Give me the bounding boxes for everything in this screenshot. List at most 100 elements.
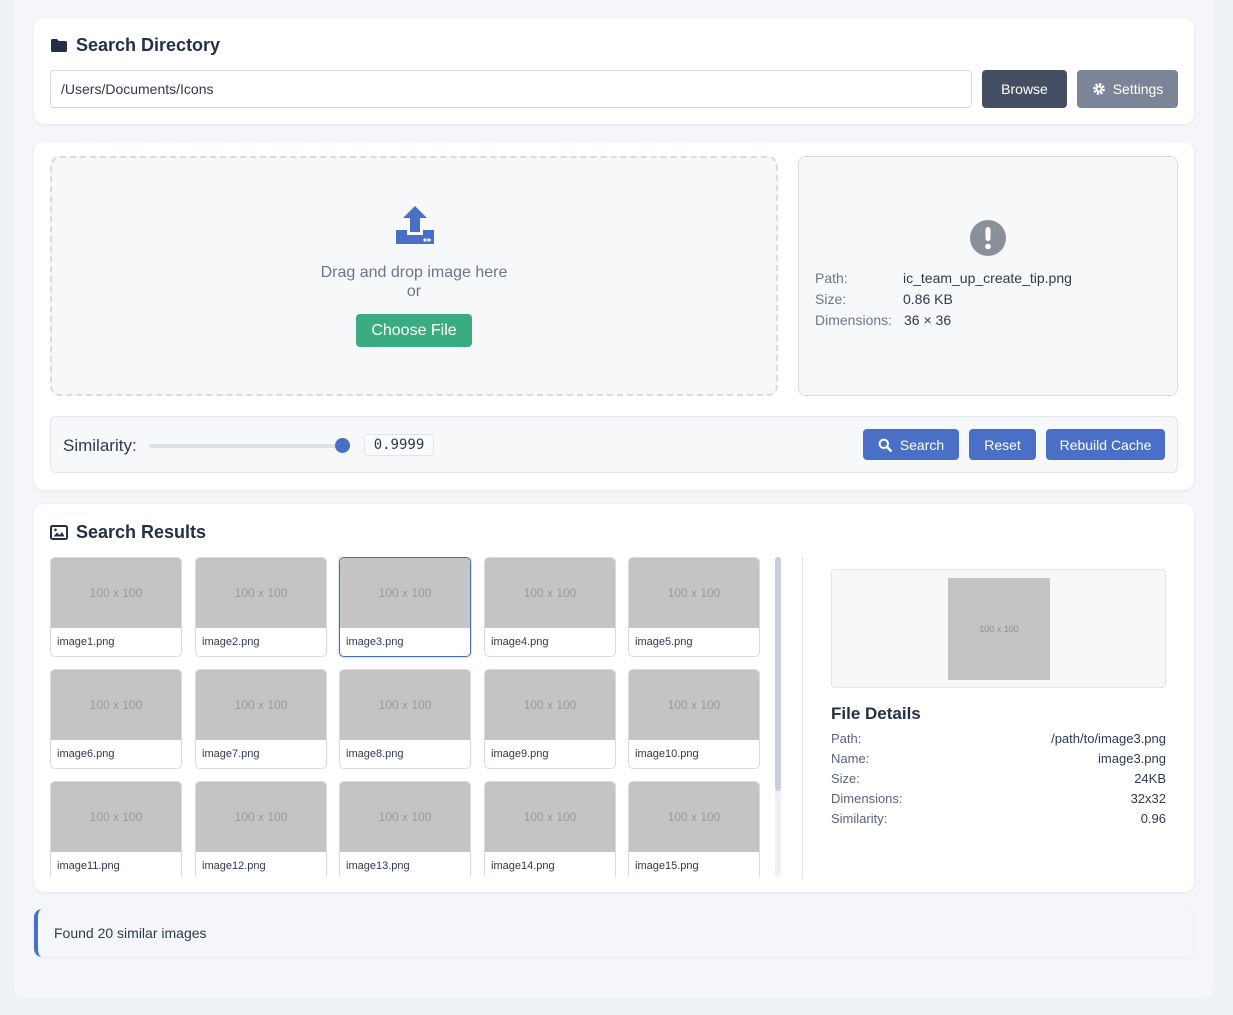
detail-value: /path/to/image3.png xyxy=(1051,731,1166,746)
search-results-title: Search Results xyxy=(76,522,207,542)
result-thumbnail[interactable]: 100 x 100 image14.png xyxy=(484,781,616,877)
image-dropzone[interactable]: Drag and drop image here or Choose File xyxy=(50,156,778,396)
result-filename: image1.png xyxy=(57,636,115,648)
drop-instructions: Drag and drop image here xyxy=(320,264,508,281)
rebuild-cache-button[interactable]: Rebuild Cache xyxy=(1046,429,1165,460)
search-results-heading: Search Results xyxy=(50,522,206,543)
results-divider xyxy=(802,557,803,878)
detail-label: Similarity: xyxy=(831,811,888,826)
selected-preview: 100 x 100 xyxy=(831,569,1166,688)
upload-icon xyxy=(396,206,434,244)
choose-file-button[interactable]: Choose File xyxy=(356,314,472,347)
query-size-row: Size: 0.86 KB xyxy=(815,291,953,307)
search-label: Search xyxy=(899,436,945,453)
result-thumbnail[interactable]: 100 x 100 image8.png xyxy=(339,669,471,769)
result-thumbnail[interactable]: 100 x 100 image12.png xyxy=(195,781,327,877)
query-dims-label: Dimensions: xyxy=(815,312,893,328)
result-thumbnail-image: 100 x 100 xyxy=(340,558,470,628)
result-filename: image2.png xyxy=(202,636,260,648)
query-path-label: Path: xyxy=(815,270,848,286)
detail-row-path: Path: /path/to/image3.png xyxy=(831,731,1166,746)
similarity-value: 0.9999 xyxy=(364,434,434,456)
result-filename: image7.png xyxy=(202,748,260,760)
result-filename: image13.png xyxy=(346,860,410,872)
detail-row-similarity: Similarity: 0.96 xyxy=(831,811,1166,826)
query-path-row: Path: ic_team_up_create_tip.png xyxy=(815,270,1072,286)
query-dims-value: 36 × 36 xyxy=(904,312,952,328)
result-filename: image11.png xyxy=(57,860,120,872)
result-filename: image12.png xyxy=(202,860,266,872)
selected-preview-image: 100 x 100 xyxy=(948,578,1050,680)
exclamation-circle-icon xyxy=(970,220,1006,256)
result-thumbnail-image: 100 x 100 xyxy=(51,782,181,852)
result-thumbnail[interactable]: 100 x 100 image5.png xyxy=(628,557,760,657)
detail-row-size: Size: 24KB xyxy=(831,771,1166,786)
result-thumbnail-image: 100 x 100 xyxy=(629,558,759,628)
result-thumbnail[interactable]: 100 x 100 image2.png xyxy=(195,557,327,657)
result-thumbnail[interactable]: 100 x 100 image11.png xyxy=(50,781,182,877)
search-icon xyxy=(878,438,892,452)
result-thumbnail[interactable]: 100 x 100 image13.png xyxy=(339,781,471,877)
results-grid: 100 x 100 image1.png 100 x 100 image2.png 10… xyxy=(50,557,760,877)
app-window: Search Directory Browse Settings Drag an… xyxy=(14,0,1214,998)
result-thumbnail-image: 100 x 100 xyxy=(629,782,759,852)
detail-label: Size: xyxy=(831,771,860,786)
result-thumbnail-image: 100 x 100 xyxy=(196,670,326,740)
result-thumbnail-image: 100 x 100 xyxy=(485,558,615,628)
result-thumbnail[interactable]: 100 x 100 image4.png xyxy=(484,557,616,657)
search-directory-title: Search Directory xyxy=(76,35,221,55)
result-thumbnail[interactable]: 100 x 100 image3.png xyxy=(339,557,471,657)
detail-value: 24KB xyxy=(1134,771,1166,786)
drop-or-text: or xyxy=(406,283,422,300)
result-thumbnail-image: 100 x 100 xyxy=(196,782,326,852)
query-size-value: 0.86 KB xyxy=(903,291,953,307)
result-thumbnail-image: 100 x 100 xyxy=(196,558,326,628)
query-panel: Drag and drop image here or Choose File … xyxy=(34,142,1194,490)
similarity-label: Similarity: xyxy=(63,436,137,455)
file-details-title: File Details xyxy=(831,704,921,723)
result-thumbnail[interactable]: 100 x 100 image10.png xyxy=(628,669,760,769)
detail-row-name: Name: image3.png xyxy=(831,751,1166,766)
search-results-panel: Search Results 100 x 100 image1.png 100 x … xyxy=(34,504,1194,892)
result-thumbnail[interactable]: 100 x 100 image6.png xyxy=(50,669,182,769)
result-thumbnail-image: 100 x 100 xyxy=(485,670,615,740)
result-thumbnail-image: 100 x 100 xyxy=(485,782,615,852)
results-scrollbar-thumb[interactable] xyxy=(775,557,781,791)
search-button[interactable]: Search xyxy=(863,429,959,460)
detail-label: Path: xyxy=(831,731,862,746)
query-path-value: ic_team_up_create_tip.png xyxy=(903,270,1072,286)
reset-button[interactable]: Reset xyxy=(969,429,1036,460)
directory-path-input[interactable] xyxy=(50,70,972,108)
result-filename: image15.png xyxy=(635,860,699,872)
detail-label: Dimensions: xyxy=(831,791,903,806)
result-thumbnail[interactable]: 100 x 100 image9.png xyxy=(484,669,616,769)
detail-value: image3.png xyxy=(1098,751,1166,766)
gear-icon xyxy=(1092,83,1105,95)
result-filename: image4.png xyxy=(491,636,549,648)
result-thumbnail[interactable]: 100 x 100 image15.png xyxy=(628,781,760,877)
result-filename: image3.png xyxy=(346,636,404,648)
results-scrollbar[interactable] xyxy=(775,557,781,877)
settings-button[interactable]: Settings xyxy=(1077,70,1178,108)
result-thumbnail[interactable]: 100 x 100 image7.png xyxy=(195,669,327,769)
detail-value: 32x32 xyxy=(1130,791,1166,806)
result-filename: image8.png xyxy=(346,748,404,760)
detail-label: Name: xyxy=(831,751,870,766)
similarity-slider-track[interactable] xyxy=(149,444,343,448)
result-filename: image5.png xyxy=(635,636,693,648)
folder-icon xyxy=(51,39,67,52)
result-thumbnail-image: 100 x 100 xyxy=(51,670,181,740)
query-image-info: Path: ic_team_up_create_tip.png Size: 0.… xyxy=(798,156,1178,396)
detail-row-dimensions: Dimensions: 32x32 xyxy=(831,791,1166,806)
similarity-slider-thumb[interactable] xyxy=(335,438,350,453)
similarity-toolbar: Similarity: 0.9999 Search Reset Rebuild … xyxy=(50,416,1178,473)
browse-button[interactable]: Browse xyxy=(982,70,1067,108)
detail-value: 0.96 xyxy=(1140,811,1166,826)
search-directory-heading: Search Directory xyxy=(50,35,220,56)
result-filename: image14.png xyxy=(491,860,555,872)
query-dims-row: Dimensions: 36 × 36 xyxy=(815,312,951,328)
settings-label: Settings xyxy=(1112,81,1164,97)
result-thumbnail-image: 100 x 100 xyxy=(340,782,470,852)
query-size-label: Size: xyxy=(815,291,847,307)
result-thumbnail[interactable]: 100 x 100 image1.png xyxy=(50,557,182,657)
